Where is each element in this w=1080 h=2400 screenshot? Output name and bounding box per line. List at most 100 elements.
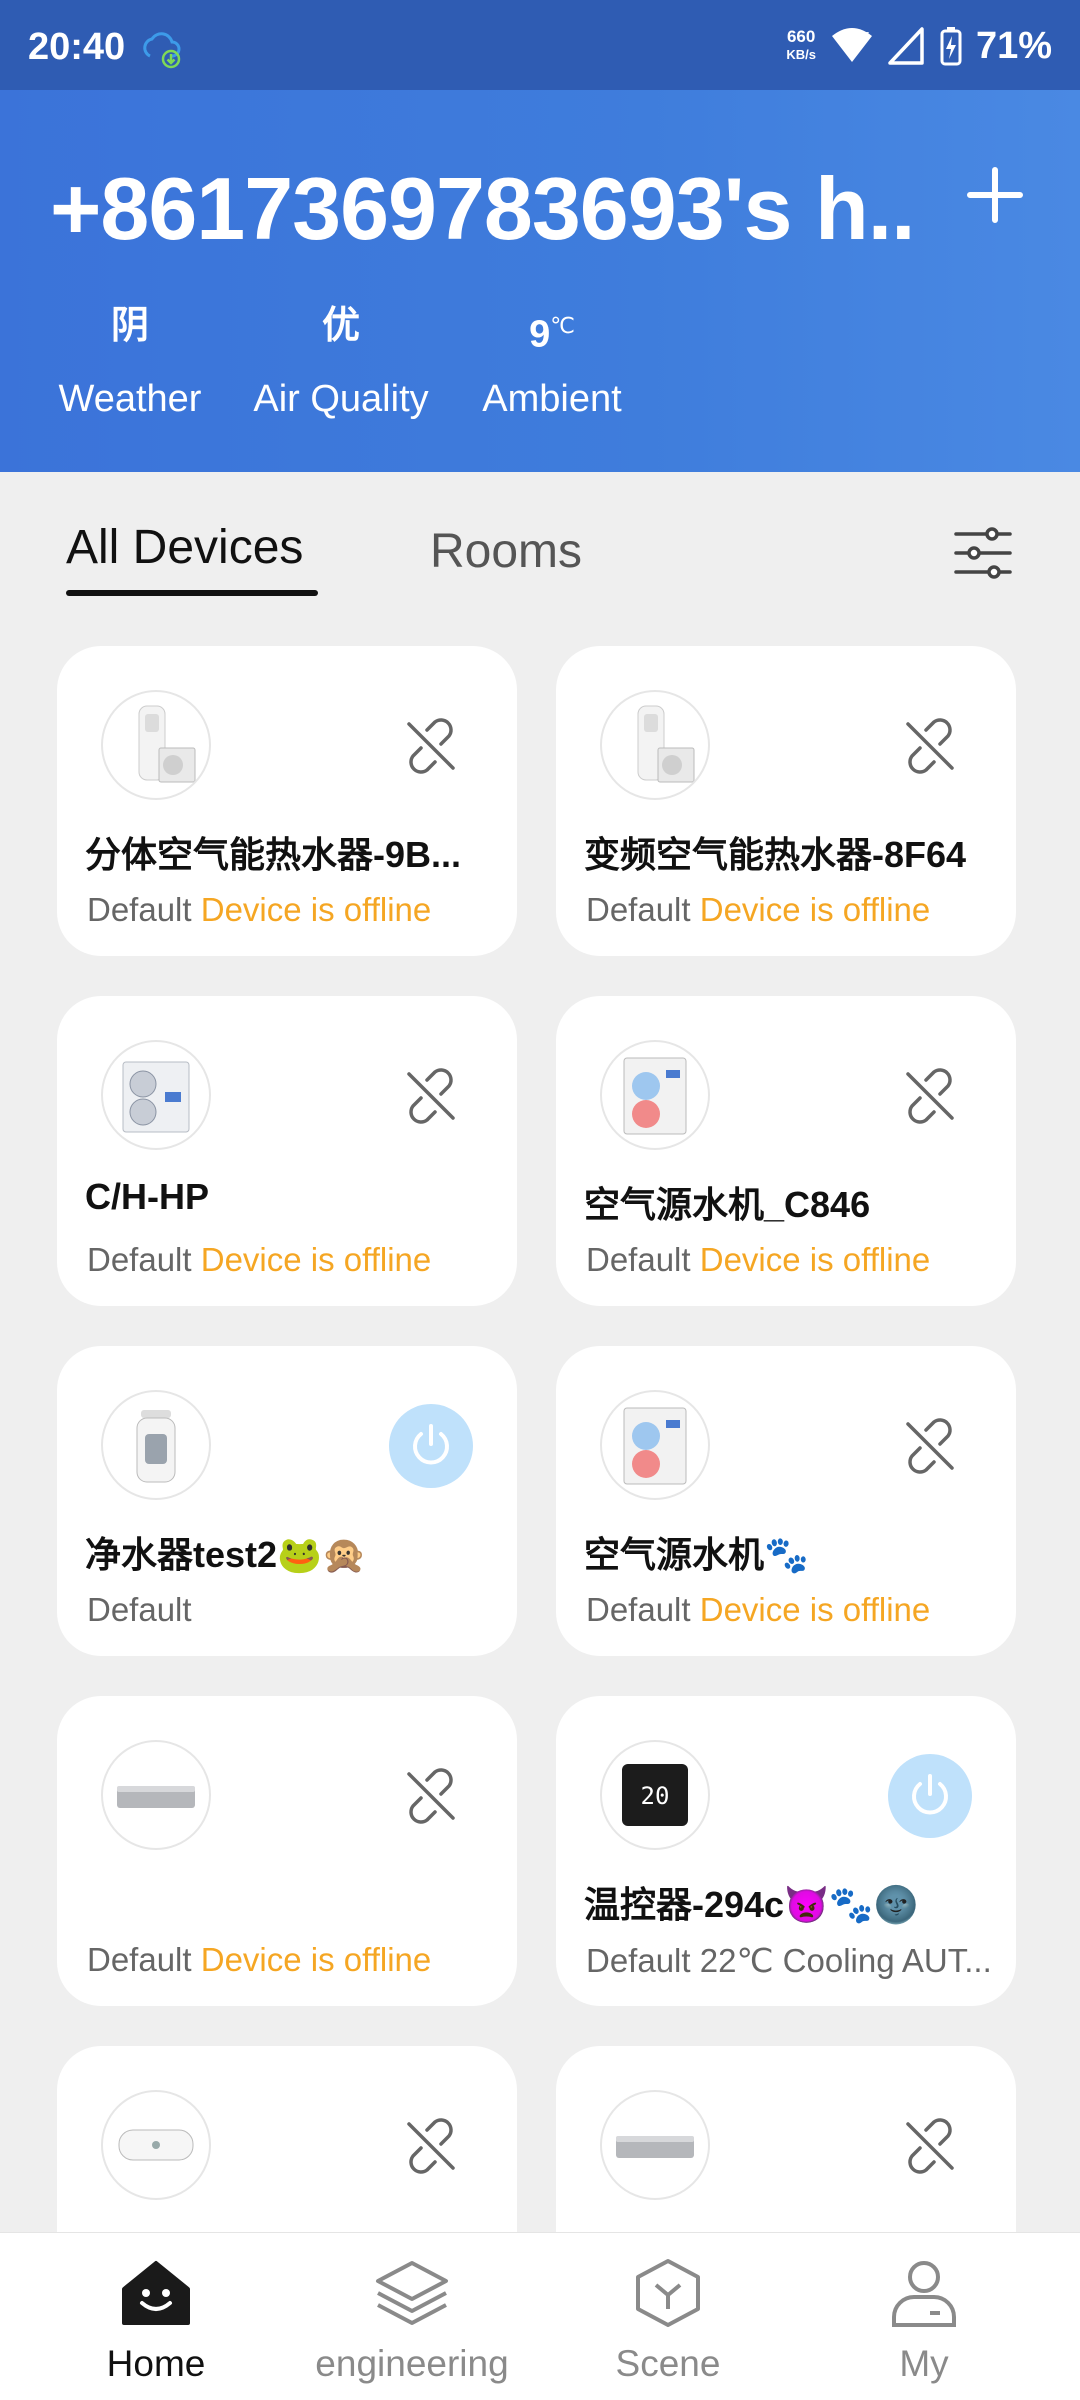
device-status: Default Device is offline — [586, 1241, 930, 1279]
net-speed-value: 660 — [786, 27, 816, 46]
electric-water-heater-image — [101, 2090, 211, 2200]
disconnected-link-icon[interactable] — [389, 1754, 473, 1838]
device-name: 分体空气能热水器-9B... — [85, 834, 462, 875]
weather-label: Weather — [58, 378, 202, 420]
device-room: Default — [586, 1591, 691, 1628]
heat-pump-image — [101, 1040, 211, 1150]
disconnected-link-icon[interactable] — [389, 704, 473, 788]
device-card[interactable]: 分体空气能热水器-9B... Default Device is offline — [57, 646, 517, 956]
ambient-label: Ambient — [482, 378, 622, 420]
nav-my-label: My — [899, 2343, 949, 2384]
water-heater-image — [101, 690, 211, 800]
device-status: Default Device is offline — [87, 1241, 431, 1279]
air-source-unit-image — [600, 1040, 710, 1150]
offline-text: Device is offline — [200, 1941, 432, 1978]
device-card[interactable]: 空气源水机_C846 Default Device is offline — [556, 996, 1016, 1306]
air-quality-info: 优 Air Quality — [248, 296, 434, 421]
battery-percent: 71% — [975, 24, 1052, 67]
water-heater-image — [600, 690, 710, 800]
disconnected-link-icon[interactable] — [389, 1054, 473, 1138]
filter-settings-icon[interactable] — [952, 522, 1014, 584]
add-icon[interactable] — [960, 160, 1030, 230]
disconnected-link-icon[interactable] — [389, 2104, 473, 2188]
device-card[interactable]: Default Device is offline — [57, 1696, 517, 2006]
device-status: Default Device is offline — [87, 891, 431, 929]
air-source-unit-image — [600, 1390, 710, 1500]
device-name: 空气源水机_C846 — [584, 1184, 871, 1225]
device-status: Default Device is offline — [87, 1941, 431, 1979]
device-name: 温控器-294c👿🐾🌚 — [584, 1884, 919, 1925]
power-button[interactable] — [888, 1754, 972, 1838]
device-room: Default — [87, 1241, 192, 1278]
battery-charging-icon — [940, 27, 962, 66]
signal-icon — [888, 27, 924, 65]
device-status: Default 22℃ Cooling AUT... — [586, 1941, 992, 1980]
status-bar: 20:40 660 KB/s 6 71% — [0, 0, 1080, 90]
device-card[interactable]: 净水器test2🐸🙊 Default — [57, 1346, 517, 1656]
device-room: Default — [586, 891, 691, 928]
offline-text: Device is offline — [699, 1591, 931, 1628]
layers-icon — [376, 2261, 448, 2325]
device-card[interactable]: 变频空气能热水器-8F64 Default Device is offline — [556, 646, 1016, 956]
power-button[interactable] — [389, 1404, 473, 1488]
status-time: 20:40 — [28, 26, 126, 68]
offline-text: Device is offline — [699, 1241, 931, 1278]
ambient-value: 9℃ — [477, 296, 627, 356]
disconnected-link-icon[interactable] — [888, 1404, 972, 1488]
wifi-icon: 6 — [831, 28, 872, 62]
water-purifier-image — [101, 1390, 211, 1500]
nav-my[interactable]: My — [794, 2257, 1054, 2385]
device-card[interactable]: 空气源水机🐾 Default Device is offline — [556, 1346, 1016, 1656]
device-status: Default Device is offline — [586, 1591, 930, 1629]
ambient-info: 9℃ Ambient — [477, 296, 627, 421]
device-room: Default — [87, 1591, 192, 1628]
device-name: 空气源水机🐾 — [584, 1534, 809, 1575]
offline-text: Device is offline — [200, 1241, 432, 1278]
device-name: 净水器test2🐸🙊 — [85, 1534, 367, 1575]
device-status: Default Device is offline — [586, 891, 930, 929]
disconnected-link-icon[interactable] — [888, 2104, 972, 2188]
disconnected-link-icon[interactable] — [888, 1054, 972, 1138]
nav-home[interactable]: Home — [26, 2257, 286, 2385]
air-conditioner-image — [600, 2090, 710, 2200]
device-card[interactable]: C/H-HP Default Device is offline — [57, 996, 517, 1306]
ambient-unit: ℃ — [550, 313, 575, 338]
air-quality-value: 优 — [321, 305, 360, 347]
device-card[interactable]: 20 温控器-294c👿🐾🌚 Default 22℃ Cooling AUT..… — [556, 1696, 1016, 2006]
device-room: Default — [586, 1241, 691, 1278]
ambient-temperature: 9 — [529, 313, 551, 356]
device-tabs: All Devices Rooms — [0, 500, 1080, 610]
nav-home-label: Home — [106, 2343, 206, 2384]
device-status: Default — [87, 1591, 192, 1629]
weather-value: 阴 — [110, 305, 149, 347]
cloud-download-icon — [143, 32, 181, 69]
tab-active-indicator — [66, 590, 318, 596]
weather-info: 阴 Weather — [57, 296, 203, 421]
thermostat-image: 20 — [600, 1740, 710, 1850]
tab-rooms[interactable]: Rooms — [430, 524, 582, 579]
nav-engineering[interactable]: engineering — [282, 2257, 542, 2385]
svg-text:6: 6 — [863, 30, 870, 43]
nav-scene-label: Scene — [615, 2343, 721, 2384]
net-speed: 660 KB/s — [786, 28, 816, 64]
scene-hexagon-icon — [636, 2259, 700, 2327]
offline-text: Device is offline — [699, 891, 931, 928]
air-quality-label: Air Quality — [253, 378, 429, 420]
device-room: Default — [586, 1942, 691, 1979]
device-state-text: 22℃ Cooling AUT... — [699, 1942, 992, 1979]
user-profile-icon — [892, 2261, 956, 2327]
status-indicators: 660 KB/s 6 71% — [786, 24, 1052, 68]
nav-scene[interactable]: Scene — [538, 2257, 798, 2385]
net-speed-unit: KB/s — [786, 47, 816, 62]
tab-all-devices[interactable]: All Devices — [66, 520, 303, 575]
offline-text: Device is offline — [200, 891, 432, 928]
device-room: Default — [87, 1941, 192, 1978]
device-name: 变频空气能热水器-8F64 — [584, 834, 967, 875]
svg-text:20: 20 — [641, 1782, 670, 1810]
home-title[interactable]: +8617369783693's h.. — [50, 158, 915, 260]
air-conditioner-image — [101, 1740, 211, 1850]
bottom-navigation: Home engineering Scene My — [0, 2232, 1080, 2400]
nav-engineering-label: engineering — [315, 2343, 509, 2384]
disconnected-link-icon[interactable] — [888, 704, 972, 788]
device-name: C/H-HP — [85, 1176, 209, 1217]
